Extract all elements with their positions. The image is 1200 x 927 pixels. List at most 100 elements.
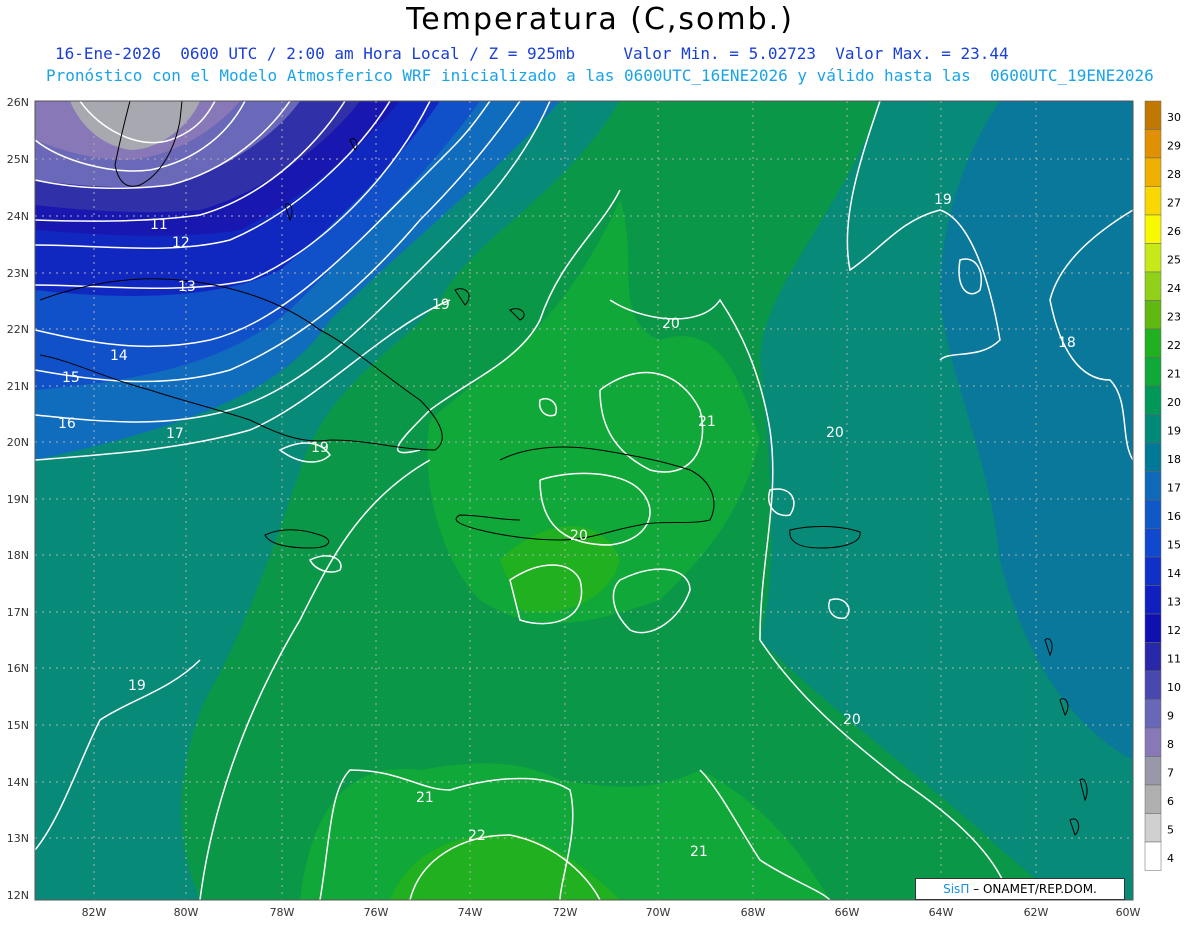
colorbar-swatch xyxy=(1144,727,1162,757)
colorbar-swatch xyxy=(1144,642,1162,672)
credit-text: – ONAMET/REP.DOM. xyxy=(969,882,1097,896)
colorbar-label: 22 xyxy=(1167,339,1181,352)
lat-label: 13N xyxy=(7,832,29,845)
colorbar-label: 14 xyxy=(1167,567,1181,580)
lat-label: 22N xyxy=(7,323,29,336)
colorbar-swatch xyxy=(1144,670,1162,700)
colorbar: 30 29 28 27 26 25 24 23 22 21 20 19 18 17 16 15 14 13 12 11… xyxy=(1144,100,1181,871)
lon-label: 76W xyxy=(364,906,389,919)
contour-label: 20 xyxy=(843,712,861,728)
lon-label: 68W xyxy=(741,906,766,919)
colorbar-label: 10 xyxy=(1167,681,1181,694)
lat-label: 19N xyxy=(7,493,29,506)
colorbar-swatch xyxy=(1144,157,1162,187)
contour-label: 19 xyxy=(311,440,329,456)
temperature-map: 11 12 13 14 15 16 17 19 19 19 20 20 20 2… xyxy=(7,96,1181,919)
colorbar-label: 29 xyxy=(1167,140,1181,153)
contour-label: 17 xyxy=(166,426,184,442)
contour-label: 11 xyxy=(150,217,168,233)
lon-label: 66W xyxy=(835,906,860,919)
lon-label: 64W xyxy=(929,906,954,919)
colorbar-label: 21 xyxy=(1167,368,1181,381)
lat-label: 23N xyxy=(7,267,29,280)
lat-label: 15N xyxy=(7,719,29,732)
lat-label: 14N xyxy=(7,776,29,789)
colorbar-label: 28 xyxy=(1167,168,1181,181)
lon-label: 72W xyxy=(553,906,578,919)
lon-label: 80W xyxy=(174,906,199,919)
colorbar-swatch xyxy=(1144,271,1162,301)
colorbar-swatch xyxy=(1144,100,1162,130)
contour-label: 20 xyxy=(826,425,844,441)
colorbar-label: 25 xyxy=(1167,254,1181,267)
colorbar-swatch xyxy=(1144,756,1162,786)
colorbar-label: 7 xyxy=(1167,767,1174,780)
lat-label: 16N xyxy=(7,662,29,675)
longitude-axis: 82W 80W 78W 76W 74W 72W 70W 68W 66W 64W … xyxy=(82,906,1141,919)
colorbar-swatch xyxy=(1144,129,1162,159)
colorbar-swatch xyxy=(1144,414,1162,444)
contour-label: 19 xyxy=(128,678,146,694)
lon-label: 70W xyxy=(646,906,671,919)
colorbar-swatch xyxy=(1144,214,1162,244)
colorbar-label: 20 xyxy=(1167,396,1181,409)
colorbar-swatch xyxy=(1144,784,1162,814)
lat-label: 21N xyxy=(7,380,29,393)
colorbar-swatch xyxy=(1144,699,1162,729)
lon-label: 82W xyxy=(82,906,107,919)
contour-label: 20 xyxy=(570,528,588,544)
colorbar-label: 9 xyxy=(1167,710,1174,723)
colorbar-label: 12 xyxy=(1167,624,1181,637)
colorbar-swatch xyxy=(1144,585,1162,615)
lat-label: 20N xyxy=(7,436,29,449)
colorbar-swatch xyxy=(1144,243,1162,273)
lat-label: 18N xyxy=(7,549,29,562)
lat-label: 17N xyxy=(7,606,29,619)
contour-label: 19 xyxy=(934,192,952,208)
colorbar-label: 18 xyxy=(1167,453,1181,466)
colorbar-label: 8 xyxy=(1167,738,1174,751)
lon-label: 62W xyxy=(1024,906,1049,919)
contour-label: 12 xyxy=(172,235,190,251)
colorbar-swatch xyxy=(1144,613,1162,643)
contour-label: 19 xyxy=(432,297,450,313)
colorbar-label: 15 xyxy=(1167,539,1181,552)
colorbar-label: 24 xyxy=(1167,282,1181,295)
contour-label: 21 xyxy=(698,414,716,430)
lon-label: 74W xyxy=(458,906,483,919)
colorbar-label: 11 xyxy=(1167,653,1181,666)
colorbar-swatch xyxy=(1144,499,1162,529)
contour-label: 21 xyxy=(416,790,434,806)
colorbar-swatch xyxy=(1144,841,1162,871)
contour-label: 13 xyxy=(178,279,196,295)
lat-label: 24N xyxy=(7,210,29,223)
colorbar-label: 13 xyxy=(1167,596,1181,609)
colorbar-label: 23 xyxy=(1167,311,1181,324)
lat-label: 26N xyxy=(7,96,29,109)
contour-label: 21 xyxy=(690,844,708,860)
colorbar-label: 5 xyxy=(1167,824,1174,837)
colorbar-swatch xyxy=(1144,186,1162,216)
latitude-axis: 26N 25N 24N 23N 22N 21N 20N 19N 18N 17N … xyxy=(7,96,29,902)
sispi-logo-text: SisΠ xyxy=(943,882,970,896)
colorbar-label: 26 xyxy=(1167,225,1181,238)
colorbar-swatch xyxy=(1144,300,1162,330)
colorbar-swatch xyxy=(1144,813,1162,843)
colorbar-swatch xyxy=(1144,442,1162,472)
lon-label: 60W xyxy=(1116,906,1141,919)
colorbar-label: 30 xyxy=(1167,111,1181,124)
colorbar-label: 17 xyxy=(1167,482,1181,495)
contour-label: 16 xyxy=(58,416,76,432)
contour-label: 14 xyxy=(110,348,128,364)
lat-label: 12N xyxy=(7,889,29,902)
credit-box: SisΠ – ONAMET/REP.DOM. xyxy=(915,878,1125,900)
contour-label: 22 xyxy=(468,828,486,844)
colorbar-label: 16 xyxy=(1167,510,1181,523)
lat-label: 25N xyxy=(7,153,29,166)
contour-label: 18 xyxy=(1058,335,1076,351)
contour-label: 15 xyxy=(62,370,80,386)
contour-label: 20 xyxy=(662,316,680,332)
colorbar-label: 6 xyxy=(1167,795,1174,808)
colorbar-label: 19 xyxy=(1167,425,1181,438)
lon-label: 78W xyxy=(270,906,295,919)
